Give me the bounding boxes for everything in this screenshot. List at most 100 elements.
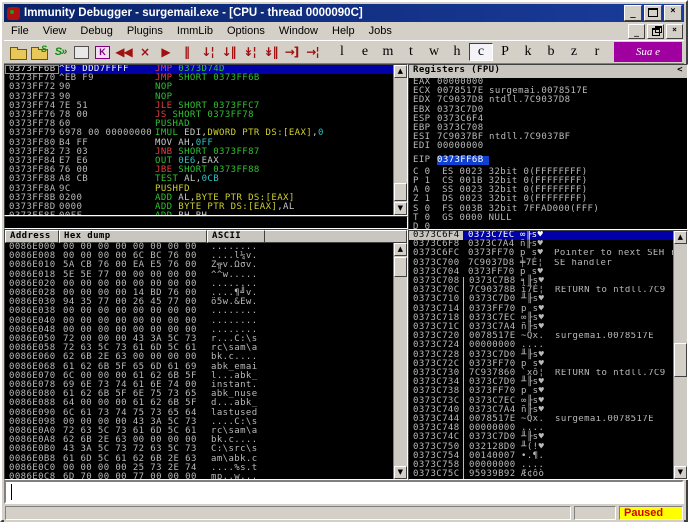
execute-till-return-button[interactable]: →] — [281, 42, 302, 62]
stack-comment: surgemai.0078517E — [555, 415, 687, 424]
status-state-badge: Paused — [619, 506, 683, 520]
child-close-button[interactable]: × — [666, 24, 683, 39]
animate-into-button[interactable]: ↡¦ — [239, 42, 260, 62]
execute-till-user-code-button[interactable]: →¦ — [302, 42, 323, 62]
step-into-button[interactable]: ↓¦ — [197, 42, 218, 62]
title-bar[interactable]: Immunity Debugger - surgemail.exe - [CPU… — [4, 4, 684, 22]
toolbar: SS»K◀◀×▶‖↓¦↓‖↡¦↡‖→]→¦ lemtwhcPkbzr...s? … — [4, 40, 684, 64]
view-button-m[interactable]: m — [377, 44, 399, 60]
menu-item-window[interactable]: Window — [272, 24, 325, 38]
maximize-button[interactable] — [644, 5, 662, 21]
view-button-w[interactable]: w — [423, 44, 445, 60]
instr-token: 0CB — [202, 174, 219, 184]
menu-item-jobs[interactable]: Jobs — [362, 24, 399, 38]
close-button[interactable]: × — [664, 5, 682, 21]
close-program-button[interactable]: × — [134, 42, 155, 62]
eip-value-highlight: 0373FF6B — [437, 156, 489, 165]
close-icon: × — [670, 6, 675, 16]
child-close-icon: × — [672, 25, 677, 34]
view-button-l[interactable]: l — [331, 44, 353, 60]
view-button-k[interactable]: k — [517, 44, 539, 60]
pause-program-icon: ‖ — [184, 45, 189, 59]
stack-ascii: Æ¢ôò — [521, 470, 555, 479]
stack-address: 0373C75C — [409, 470, 463, 479]
view-button-z[interactable]: z — [563, 44, 585, 60]
flag-row[interactable]: D 0 — [413, 223, 687, 230]
stack-comment — [555, 443, 687, 452]
cpu-window-button[interactable]: K — [92, 42, 113, 62]
app-icon — [7, 7, 20, 20]
disassembly-pane[interactable]: 0373FF6B^E9 DDD7FFFFJMP 0373D74D0373FF70… — [4, 64, 408, 216]
hex-row[interactable]: 0086E0C86D 70 00 00 77 00 00 00mp..w... — [5, 473, 407, 480]
scroll-down-icon[interactable]: ▼ — [674, 466, 687, 479]
scroll-thumb[interactable] — [394, 257, 407, 277]
view-button-t[interactable]: t — [400, 44, 422, 60]
animate-over-button[interactable]: ↡‖ — [260, 42, 281, 62]
stack-comment — [555, 360, 687, 369]
stack-scrollbar[interactable]: ▲ ▼ — [673, 231, 687, 479]
disasm-row-body: 90NOP — [59, 83, 407, 92]
menu-bar: FileViewDebugPluginsImmLibOptionsWindowH… — [4, 22, 684, 40]
stack-comment — [554, 268, 687, 277]
stack-row[interactable]: 0373C75C95939B92Æ¢ôò — [409, 470, 687, 479]
child-restore-button[interactable] — [647, 24, 664, 39]
execute-till-user-code-icon: →¦ — [306, 45, 318, 59]
status-message-panel — [5, 506, 571, 520]
disassembly-scrollbar[interactable]: ▲ ▼ — [393, 65, 407, 215]
scroll-thumb[interactable] — [394, 183, 407, 201]
stack-comment: Pointer to next SEH record — [554, 249, 688, 258]
disasm-row-body: 6978 00 00000000IMUL EDI,DWORD PTR DS:[E… — [59, 129, 407, 138]
stack-comment — [555, 277, 687, 286]
view-button-c[interactable]: c — [469, 43, 493, 61]
view-button-e[interactable]: e — [354, 44, 376, 60]
toolbar-icons: SS» K◀◀×▶ ‖ ↓¦↓‖↡¦↡‖→] →¦ — [8, 42, 323, 62]
stack-pane[interactable]: 0373C6F40373C7EC∞╟s♥0373C6F80373C7A4ñ╟s♥… — [408, 230, 688, 480]
menu-item-options[interactable]: Options — [220, 24, 272, 38]
view-button-P[interactable]: P — [494, 44, 516, 60]
scroll-up-icon[interactable]: ▲ — [674, 231, 687, 244]
command-input[interactable] — [4, 480, 684, 504]
window-title: Immunity Debugger - surgemail.exe - [CPU… — [24, 7, 624, 19]
menu-item-debug[interactable]: Debug — [73, 24, 119, 38]
view-button-r[interactable]: r — [586, 44, 608, 60]
stack-comment — [555, 397, 687, 406]
child-minimize-button[interactable]: _ — [628, 24, 645, 39]
registers-header-spacer — [500, 66, 677, 78]
hex-dump-pane[interactable]: Address Hex dump ASCII 0086E00000 00 00 … — [4, 229, 408, 480]
menu-item-plugins[interactable]: Plugins — [120, 24, 170, 38]
pause-program-button[interactable]: ‖ — [176, 42, 197, 62]
view-button-h[interactable]: h — [446, 44, 468, 60]
step-over-button[interactable]: ↓‖ — [218, 42, 239, 62]
register-rows: EAX00000000ECX0078517Esurgemai.0078517EE… — [409, 78, 687, 230]
open-window-button[interactable] — [71, 42, 92, 62]
run-program-button[interactable]: ▶ — [155, 42, 176, 62]
disasm-row-body: 0000ADD BYTE PTR DS:[EAX],AL — [59, 203, 407, 212]
stack-comment: RETURN to ntdll.7C9 — [555, 286, 687, 295]
flag-row[interactable]: T 0 GS 0000 NULL — [413, 214, 687, 223]
open-file-button[interactable] — [8, 42, 29, 62]
register-row-eip[interactable]: EIP0373FF6B — [413, 156, 687, 165]
hex-scrollbar[interactable]: ▲ ▼ — [393, 243, 407, 479]
run-python-script-button[interactable]: S» — [50, 42, 71, 62]
view-button-b[interactable]: b — [540, 44, 562, 60]
menu-item-help[interactable]: Help — [325, 24, 362, 38]
scroll-up-icon[interactable]: ▲ — [394, 65, 407, 78]
minimize-button[interactable]: _ — [624, 5, 642, 21]
rewind-button[interactable]: ◀◀ — [113, 42, 134, 62]
status-aux-panel — [574, 506, 616, 520]
stack-comment — [555, 305, 687, 314]
stack-comment — [555, 323, 687, 332]
scroll-thumb[interactable] — [674, 343, 687, 377]
scroll-up-icon[interactable]: ▲ — [394, 243, 407, 256]
menu-item-view[interactable]: View — [36, 24, 74, 38]
menu-item-immlib[interactable]: ImmLib — [170, 24, 220, 38]
restart-process-button[interactable]: S — [29, 42, 50, 62]
register-row[interactable]: EDI00000000 — [413, 142, 687, 151]
registers-pane[interactable]: Registers (FPU) < EAX00000000ECX0078517E… — [408, 64, 688, 230]
scroll-down-icon[interactable]: ▼ — [394, 466, 407, 479]
registers-collapse-button[interactable]: < — [677, 66, 683, 78]
scroll-down-icon[interactable]: ▼ — [394, 202, 407, 215]
menu-item-file[interactable]: File — [4, 24, 36, 38]
snake-icon: S — [41, 44, 47, 54]
disasm-bytes: 78 00 — [59, 111, 155, 120]
